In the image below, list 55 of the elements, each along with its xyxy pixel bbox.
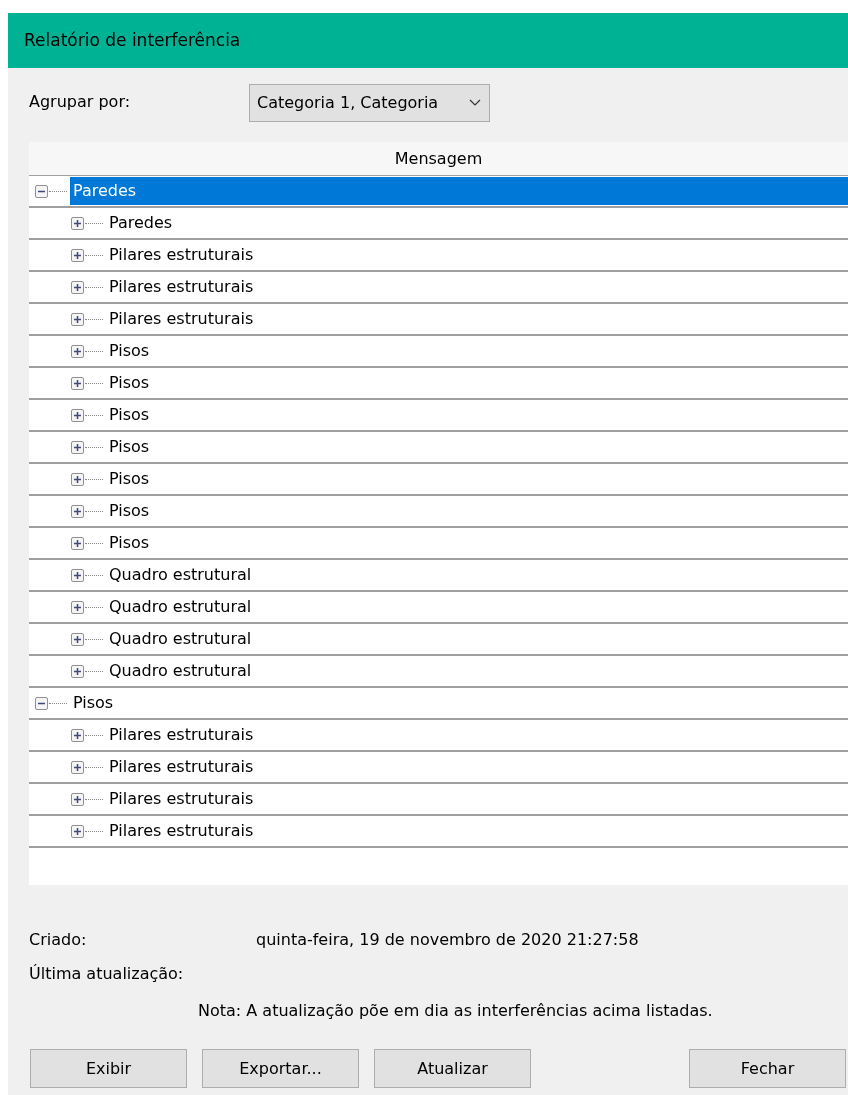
tree-item[interactable]: Quadro estrutural (106, 593, 255, 621)
tree-item[interactable]: Pisos (106, 497, 153, 525)
expand-icon[interactable] (71, 440, 84, 454)
tree-item[interactable]: Pilares estruturais (106, 721, 257, 749)
tree-item[interactable]: Pilares estruturais (106, 305, 257, 333)
expand-icon[interactable] (71, 376, 84, 390)
tree-item[interactable]: Pilares estruturais (106, 785, 257, 813)
field-label: Última atualização: (29, 963, 185, 985)
tree-item[interactable]: Pilares estruturais (106, 241, 257, 269)
expand-icon[interactable] (71, 632, 84, 646)
expand-icon[interactable] (71, 280, 84, 294)
tree-item[interactable]: Quadro estrutural (106, 657, 255, 685)
expand-icon[interactable] (71, 792, 84, 806)
tree-item[interactable]: Pisos (106, 529, 153, 557)
expand-icon[interactable] (71, 248, 84, 262)
field-label: Criado: (29, 929, 88, 951)
tree-item[interactable]: Pilares estruturais (106, 817, 257, 845)
expand-icon[interactable] (71, 472, 84, 486)
expand-icon[interactable] (71, 312, 84, 326)
group-by-dropdown[interactable]: Categoria 1, Categoria (249, 84, 490, 122)
tree-item[interactable]: Pisos (106, 465, 153, 493)
tree-item[interactable]: Pisos (106, 433, 153, 461)
expand-icon[interactable] (71, 568, 84, 582)
tree-item[interactable]: Quadro estrutural (106, 561, 255, 589)
tree-item[interactable]: Pisos (106, 401, 153, 429)
expand-icon[interactable] (71, 824, 84, 838)
dialog-button[interactable]: Atualizar (374, 1049, 531, 1088)
expand-icon[interactable] (71, 760, 84, 774)
tree-item[interactable]: Pilares estruturais (106, 273, 257, 301)
group-by-label: Agrupar por: (29, 91, 132, 113)
expand-icon[interactable] (71, 216, 84, 230)
expand-icon[interactable] (71, 664, 84, 678)
chevron-down-icon (469, 99, 481, 107)
tree-item[interactable]: Paredes (106, 209, 176, 237)
window-title: Relatório de interferência (24, 28, 241, 52)
tree-item[interactable]: Paredes (70, 177, 848, 205)
expand-icon[interactable] (71, 504, 84, 518)
expand-icon[interactable] (71, 536, 84, 550)
dialog-button[interactable]: Exibir (30, 1049, 187, 1088)
tree-item[interactable]: Pisos (106, 369, 153, 397)
dialog-button[interactable]: Fechar (689, 1049, 846, 1088)
collapse-icon[interactable] (35, 184, 48, 198)
expand-icon[interactable] (71, 408, 84, 422)
note-text: Nota: A atualização põe em dia as interferências acima listadas. (198, 1000, 713, 1022)
expand-icon[interactable] (71, 600, 84, 614)
expand-icon[interactable] (71, 344, 84, 358)
tree-item[interactable]: Pisos (106, 337, 153, 365)
field-value: quinta-feira, 19 de novembro de 2020 21:27:58 (256, 929, 639, 951)
column-header[interactable]: Mensagem (29, 142, 848, 176)
tree-item[interactable]: Pilares estruturais (106, 753, 257, 781)
collapse-icon[interactable] (35, 696, 48, 710)
tree-item[interactable]: Quadro estrutural (106, 625, 255, 653)
tree-item[interactable]: Pisos (70, 689, 117, 717)
expand-icon[interactable] (71, 728, 84, 742)
dialog-button[interactable]: Exportar... (202, 1049, 359, 1088)
